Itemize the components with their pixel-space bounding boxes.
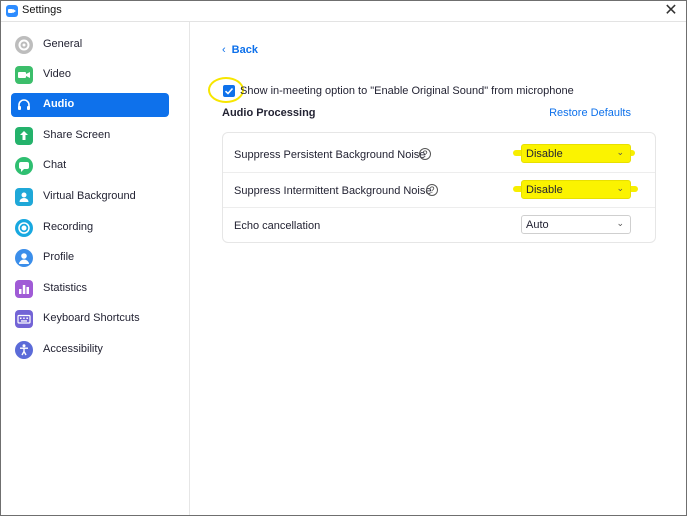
audio-processing-title: Audio Processing xyxy=(222,107,316,119)
audio-processing-panel: Suppress Persistent Background Noise ? D… xyxy=(222,132,656,243)
intermittent-noise-select[interactable]: Disable ⌄ xyxy=(521,180,631,199)
sidebar-item-profile[interactable]: Profile xyxy=(11,246,169,270)
gear-icon xyxy=(15,36,33,54)
select-value: Auto xyxy=(526,219,549,231)
help-icon[interactable]: ? xyxy=(419,148,431,160)
chevron-down-icon: ⌄ xyxy=(616,183,624,193)
sidebar-item-statistics[interactable]: Statistics xyxy=(11,277,169,301)
chevron-down-icon: ⌄ xyxy=(616,218,624,228)
sidebar-item-label: Chat xyxy=(43,159,67,171)
sidebar-item-label: Keyboard Shortcuts xyxy=(43,312,140,324)
setting-row-persistent-noise: Suppress Persistent Background Noise ? D… xyxy=(223,137,655,172)
echo-cancellation-label: Echo cancellation xyxy=(234,220,321,232)
sidebar-item-label: General xyxy=(43,38,83,50)
sidebar-item-share-screen[interactable]: Share Screen xyxy=(11,124,169,148)
help-icon[interactable]: ? xyxy=(426,184,438,196)
persistent-noise-label: Suppress Persistent Background Noise xyxy=(234,149,426,161)
original-sound-label: Show in-meeting option to "Enable Origin… xyxy=(240,85,574,97)
setting-row-intermittent-noise: Suppress Intermittent Background Noise ?… xyxy=(223,172,655,207)
chevron-down-icon: ⌄ xyxy=(616,147,624,157)
keyboard-icon xyxy=(15,310,33,328)
echo-cancellation-select[interactable]: Auto ⌄ xyxy=(521,215,631,234)
sidebar-item-label: Share Screen xyxy=(43,129,111,141)
video-camera-icon xyxy=(15,66,33,84)
settings-window: Settings ✕ General Video Audio Share Scr… xyxy=(0,0,687,516)
sidebar-item-label: Accessibility xyxy=(43,343,103,355)
sidebar-item-label: Video xyxy=(43,68,71,80)
persistent-noise-select[interactable]: Disable ⌄ xyxy=(521,144,631,163)
sidebar-item-virtual-background[interactable]: Virtual Background xyxy=(11,185,169,209)
close-icon[interactable]: ✕ xyxy=(662,2,680,20)
intermittent-noise-label: Suppress Intermittent Background Noise xyxy=(234,185,432,197)
sidebar-item-chat[interactable]: Chat xyxy=(11,154,169,178)
restore-defaults-link[interactable]: Restore Defaults xyxy=(549,107,631,119)
sidebar-item-video[interactable]: Video xyxy=(11,63,169,87)
settings-sidebar: General Video Audio Share Screen Chat Vi… xyxy=(1,22,190,515)
setting-row-echo-cancellation: Echo cancellation Auto ⌄ xyxy=(223,207,655,242)
checkmark-icon xyxy=(224,87,234,95)
audio-settings-main: ‹ Back Show in-meeting option to "Enable … xyxy=(191,22,686,515)
select-value: Disable xyxy=(526,148,563,160)
sidebar-item-recording[interactable]: Recording xyxy=(11,216,169,240)
record-icon xyxy=(15,219,33,237)
bar-chart-icon xyxy=(15,280,33,298)
sidebar-item-audio[interactable]: Audio xyxy=(11,93,169,117)
person-icon xyxy=(15,249,33,267)
chevron-left-icon: ‹ xyxy=(222,44,226,56)
sidebar-item-label: Recording xyxy=(43,221,94,233)
sidebar-item-label: Virtual Background xyxy=(43,190,136,202)
headphones-icon xyxy=(15,96,33,114)
person-background-icon xyxy=(15,188,33,206)
title-bar: Settings ✕ xyxy=(1,1,686,22)
sidebar-item-label: Statistics xyxy=(43,282,88,294)
sidebar-item-label: Profile xyxy=(43,251,75,263)
sidebar-item-general[interactable]: General xyxy=(11,33,169,57)
window-title: Settings xyxy=(22,4,62,16)
accessibility-icon xyxy=(15,341,33,359)
sidebar-item-accessibility[interactable]: Accessibility xyxy=(11,338,169,362)
back-label: Back xyxy=(231,44,258,56)
zoom-app-icon xyxy=(6,5,18,17)
chat-bubble-icon xyxy=(15,157,33,175)
sidebar-item-keyboard-shortcuts[interactable]: Keyboard Shortcuts xyxy=(11,307,169,331)
sidebar-item-label: Audio xyxy=(43,98,75,110)
back-link[interactable]: ‹ Back xyxy=(222,44,258,56)
select-value: Disable xyxy=(526,184,563,196)
original-sound-checkbox[interactable] xyxy=(223,85,235,97)
share-screen-icon xyxy=(15,127,33,145)
